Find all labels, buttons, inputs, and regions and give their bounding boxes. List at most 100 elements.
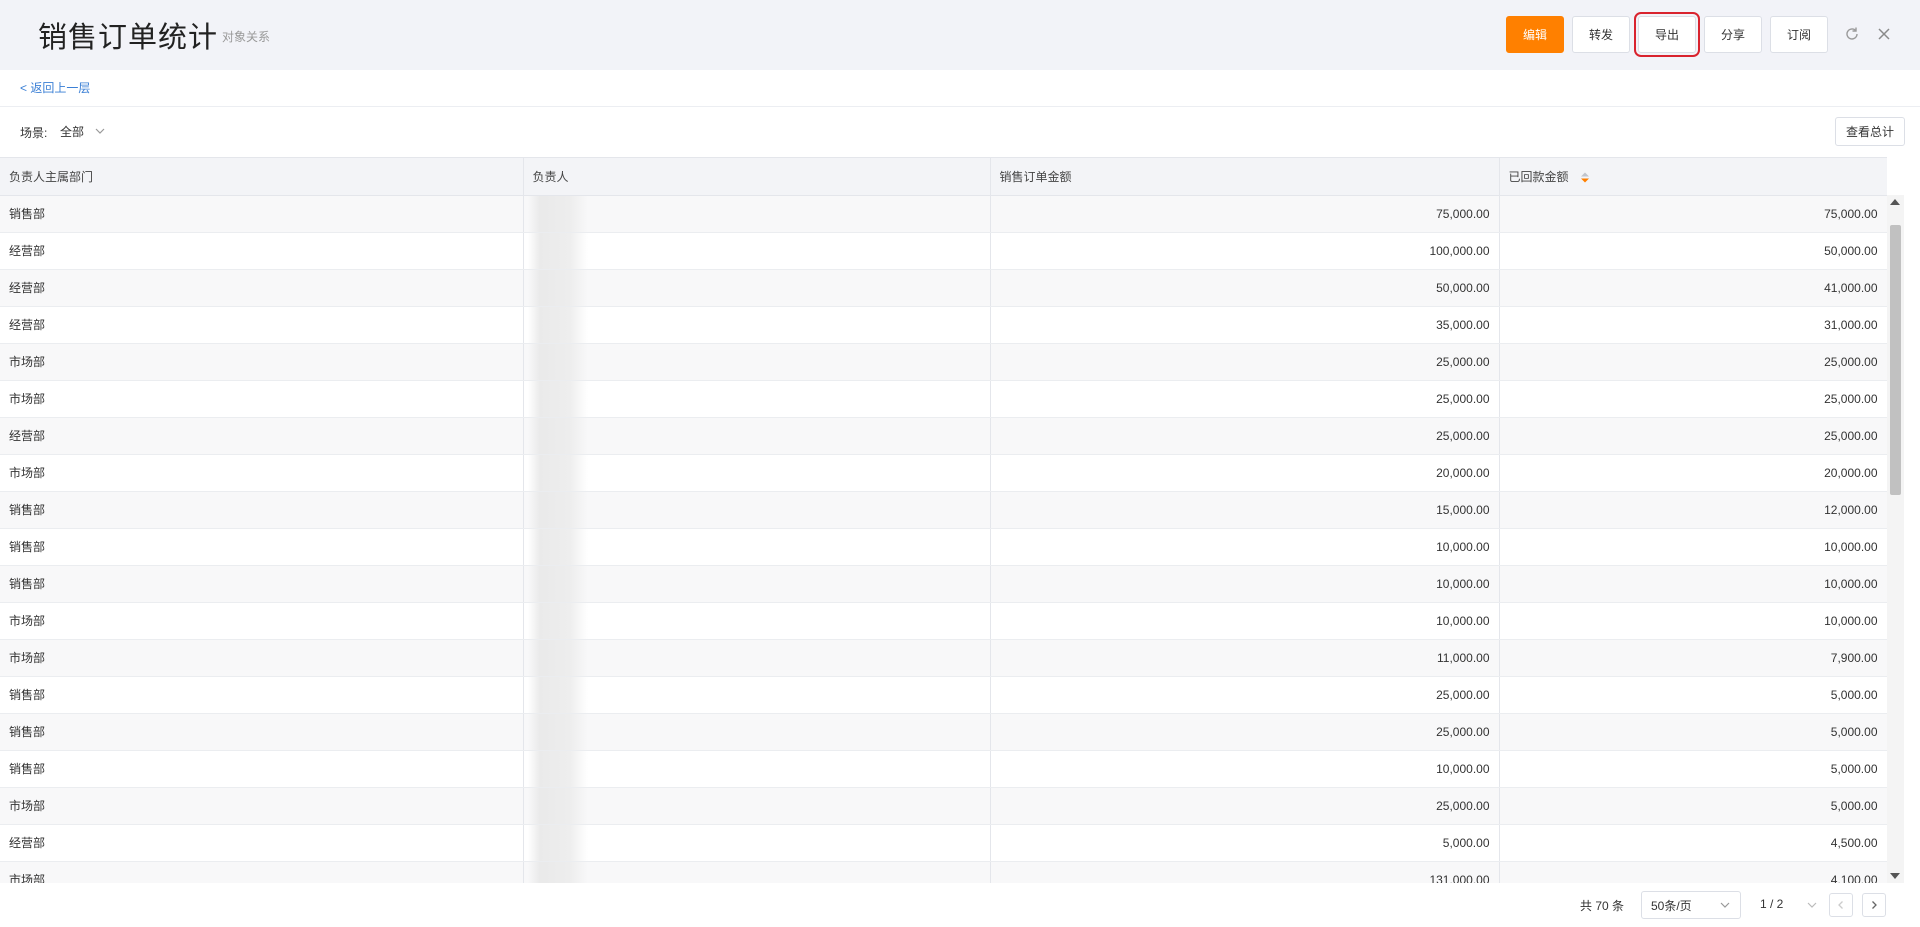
table-row[interactable]: 销售部 75,000.00 75,000.00 <box>0 195 1887 233</box>
cell-received-amount: 5,000.00 <box>1499 713 1887 751</box>
scroll-down-icon[interactable] <box>1890 873 1900 879</box>
column-header-order-amount[interactable]: 销售订单金额 <box>990 158 1500 196</box>
table-body: 销售部 75,000.00 75,000.00 经营部 100,000.00 50,000… <box>0 195 1887 883</box>
sort-icon[interactable] <box>1580 171 1590 184</box>
scene-select[interactable]: 全部 <box>60 122 106 140</box>
cell-dept: 市场部 <box>0 380 524 418</box>
cell-owner <box>523 306 991 344</box>
cell-received-amount: 5,000.00 <box>1499 676 1887 714</box>
table-row[interactable]: 市场部 20,000.00 20,000.00 <box>0 454 1887 492</box>
table-row[interactable]: 市场部 25,000.00 25,000.00 <box>0 343 1887 381</box>
cell-order-amount: 20,000.00 <box>990 454 1500 492</box>
table-row[interactable]: 销售部 10,000.00 10,000.00 <box>0 528 1887 566</box>
column-header-dept[interactable]: 负责人主属部门 <box>0 158 524 196</box>
table-row[interactable]: 经营部 100,000.00 50,000.00 <box>0 232 1887 270</box>
scroll-up-icon[interactable] <box>1890 199 1900 205</box>
table-row[interactable]: 销售部 25,000.00 5,000.00 <box>0 713 1887 751</box>
subscribe-button[interactable]: 订阅 <box>1770 16 1828 53</box>
cell-order-amount: 25,000.00 <box>990 676 1500 714</box>
cell-dept: 销售部 <box>0 750 524 788</box>
cell-order-amount: 50,000.00 <box>990 269 1500 307</box>
forward-button[interactable]: 转发 <box>1572 16 1630 53</box>
cell-owner <box>523 750 991 788</box>
redacted-owner-name <box>527 824 588 860</box>
cell-received-amount: 5,000.00 <box>1499 750 1887 788</box>
cell-received-amount: 25,000.00 <box>1499 343 1887 381</box>
chevron-down-icon <box>95 128 105 134</box>
table-row[interactable]: 市场部 25,000.00 5,000.00 <box>0 787 1887 825</box>
table-row[interactable]: 市场部 25,000.00 25,000.00 <box>0 380 1887 418</box>
cell-order-amount: 25,000.00 <box>990 713 1500 751</box>
redacted-owner-name <box>527 528 588 564</box>
cell-received-amount: 10,000.00 <box>1499 528 1887 566</box>
vertical-scrollbar[interactable] <box>1887 195 1904 883</box>
redacted-owner-name <box>527 639 588 675</box>
refresh-icon[interactable] <box>1842 24 1862 44</box>
cell-order-amount: 100,000.00 <box>990 232 1500 270</box>
column-header-received-amount[interactable]: 已回款金额 <box>1499 158 1887 196</box>
redacted-owner-name <box>527 306 588 342</box>
cell-owner <box>523 491 991 529</box>
table-row[interactable]: 经营部 5,000.00 4,500.00 <box>0 824 1887 862</box>
cell-dept: 经营部 <box>0 417 524 455</box>
cell-order-amount: 25,000.00 <box>990 787 1500 825</box>
table-row[interactable]: 销售部 25,000.00 5,000.00 <box>0 676 1887 714</box>
page-subtitle: 对象关系 <box>222 30 271 44</box>
cell-dept: 市场部 <box>0 343 524 381</box>
redacted-owner-name <box>527 417 588 453</box>
cell-dept: 市场部 <box>0 454 524 492</box>
chevron-down-icon[interactable] <box>1806 899 1818 911</box>
table-row[interactable]: 销售部 15,000.00 12,000.00 <box>0 491 1887 529</box>
cell-received-amount: 75,000.00 <box>1499 195 1887 233</box>
redacted-owner-name <box>527 380 588 416</box>
scene-label: 场景: <box>20 126 48 140</box>
redacted-owner-name <box>527 195 588 231</box>
table-row[interactable]: 销售部 10,000.00 5,000.00 <box>0 750 1887 788</box>
redacted-owner-name <box>527 232 588 268</box>
table-row[interactable]: 经营部 25,000.00 25,000.00 <box>0 417 1887 455</box>
next-page-button[interactable] <box>1862 893 1886 917</box>
table-row[interactable]: 经营部 35,000.00 31,000.00 <box>0 306 1887 344</box>
scrollbar-thumb[interactable] <box>1890 225 1901 495</box>
view-total-button[interactable]: 查看总计 <box>1835 117 1905 146</box>
cell-owner <box>523 639 991 677</box>
export-button[interactable]: 导出 <box>1634 12 1700 57</box>
cell-owner <box>523 861 991 883</box>
page-title: 销售订单统计 <box>38 22 219 54</box>
page-size-select[interactable]: 50条/页 <box>1641 891 1741 919</box>
cell-dept: 销售部 <box>0 491 524 529</box>
edit-button[interactable]: 编辑 <box>1506 16 1564 53</box>
table-row[interactable]: 销售部 10,000.00 10,000.00 <box>0 565 1887 603</box>
redacted-owner-name <box>527 676 588 712</box>
cell-owner <box>523 417 991 455</box>
table-row[interactable]: 市场部 131,000.00 4,100.00 <box>0 861 1887 883</box>
cell-dept: 销售部 <box>0 676 524 714</box>
share-button[interactable]: 分享 <box>1704 16 1762 53</box>
cell-dept: 经营部 <box>0 269 524 307</box>
table-row[interactable]: 经营部 50,000.00 41,000.00 <box>0 269 1887 307</box>
cell-owner <box>523 713 991 751</box>
close-icon[interactable] <box>1874 24 1894 44</box>
redacted-owner-name <box>527 269 588 305</box>
cell-order-amount: 25,000.00 <box>990 417 1500 455</box>
cell-order-amount: 10,000.00 <box>990 602 1500 640</box>
cell-dept: 市场部 <box>0 861 524 883</box>
cell-owner <box>523 565 991 603</box>
back-link[interactable]: < 返回上一层 <box>20 79 90 96</box>
redacted-owner-name <box>527 454 588 490</box>
table-row[interactable]: 市场部 10,000.00 10,000.00 <box>0 602 1887 640</box>
total-count: 共 70 条 <box>1580 899 1625 913</box>
chevron-down-icon <box>1720 902 1730 908</box>
cell-dept: 经营部 <box>0 232 524 270</box>
cell-received-amount: 4,500.00 <box>1499 824 1887 862</box>
prev-page-button[interactable] <box>1829 893 1853 917</box>
cell-received-amount: 10,000.00 <box>1499 602 1887 640</box>
cell-received-amount: 41,000.00 <box>1499 269 1887 307</box>
cell-received-amount: 50,000.00 <box>1499 232 1887 270</box>
cell-owner <box>523 787 991 825</box>
table-row[interactable]: 市场部 11,000.00 7,900.00 <box>0 639 1887 677</box>
cell-order-amount: 10,000.00 <box>990 565 1500 603</box>
column-header-owner[interactable]: 负责人 <box>523 158 991 196</box>
cell-owner <box>523 343 991 381</box>
cell-dept: 销售部 <box>0 565 524 603</box>
